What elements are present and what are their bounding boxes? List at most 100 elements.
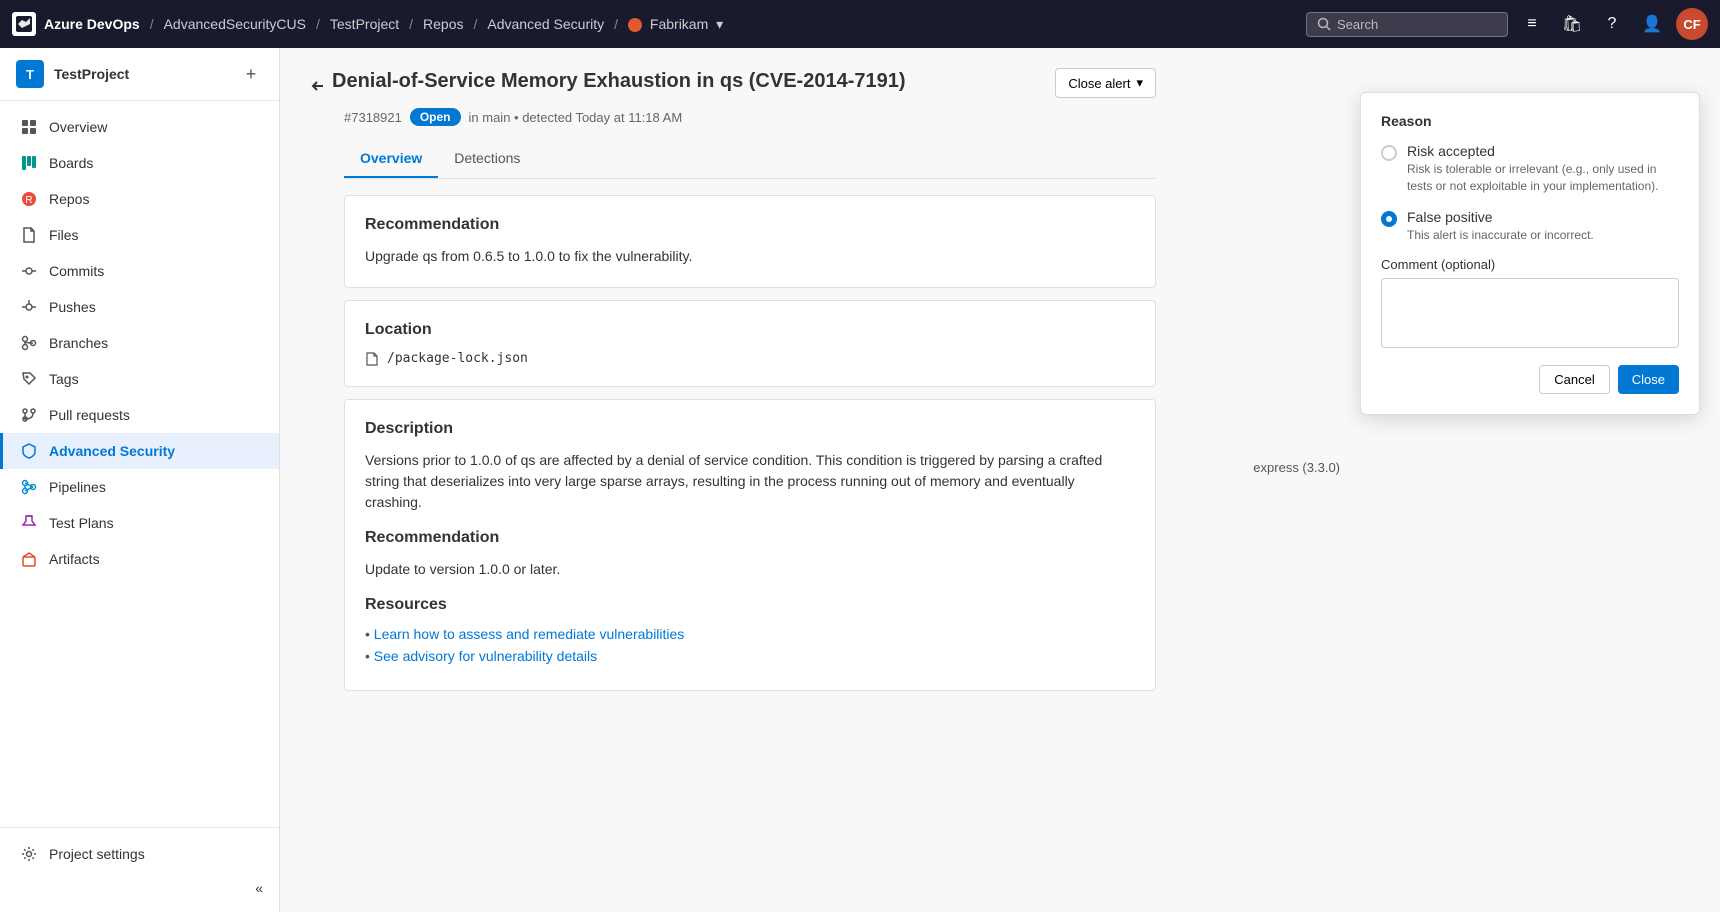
page-meta: #7318921 Open in main • detected Today a… [344, 108, 1156, 126]
tab-overview[interactable]: Overview [344, 142, 438, 178]
breadcrumb-project[interactable]: TestProject [330, 16, 399, 32]
sidebar-item-testplans[interactable]: Test Plans [0, 505, 279, 541]
back-button[interactable] [304, 72, 332, 100]
pullrequests-icon [19, 405, 39, 425]
breadcrumb-advanced-security[interactable]: Advanced Security [487, 16, 604, 32]
sidebar: T TestProject + Overview Boards [0, 48, 280, 912]
commits-icon [19, 261, 39, 281]
comment-textarea[interactable] [1381, 278, 1679, 348]
sidebar-item-tags[interactable]: Tags [0, 361, 279, 397]
close-alert-panel: Reason Risk accepted Risk is tolerable o… [1360, 92, 1700, 415]
sidebar-item-pipelines[interactable]: Pipelines [0, 469, 279, 505]
resources-list: Learn how to assess and remediate vulner… [365, 626, 1135, 664]
breadcrumb-repos[interactable]: Repos [423, 16, 463, 32]
add-project-button[interactable]: + [239, 62, 263, 86]
meta-text: in main • detected Today at 11:18 AM [469, 110, 683, 125]
sidebar-item-advanced-security-label: Advanced Security [49, 443, 175, 459]
fabrikam-icon [628, 18, 642, 32]
search-icon [1317, 17, 1331, 31]
sidebar-item-branches[interactable]: Branches [0, 325, 279, 361]
collapse-icon: « [255, 880, 263, 896]
cancel-button[interactable]: Cancel [1539, 365, 1609, 394]
settings-icon [19, 844, 39, 864]
sidebar-nav: Overview Boards R Repos Fil [0, 101, 279, 827]
sidebar-item-pullrequests-label: Pull requests [49, 407, 130, 423]
devops-logo[interactable] [12, 12, 36, 36]
sidebar-item-branches-label: Branches [49, 335, 108, 351]
nav-actions: ≡ 🛍 ? 👤 CF [1306, 8, 1708, 40]
radio-option-risk-accepted[interactable]: Risk accepted Risk is tolerable or irrel… [1381, 143, 1679, 195]
sidebar-item-pullrequests[interactable]: Pull requests [0, 397, 279, 433]
comment-label: Comment (optional) [1381, 257, 1679, 272]
breadcrumb-sep-4: / [614, 16, 618, 32]
project-header: T TestProject + [0, 48, 279, 101]
radio-option-false-positive[interactable]: False positive This alert is inaccurate … [1381, 209, 1679, 244]
sidebar-item-files[interactable]: Files [0, 217, 279, 253]
breadcrumb-sep-0: / [150, 16, 154, 32]
project-name: TestProject [54, 66, 229, 82]
content-area: Denial-of-Service Memory Exhaustion in q… [280, 48, 1180, 723]
project-icon: T [16, 60, 44, 88]
location-title: Location [365, 321, 1135, 339]
sidebar-item-files-label: Files [49, 227, 79, 243]
menu-icon[interactable]: ≡ [1516, 8, 1548, 40]
search-box[interactable] [1306, 12, 1508, 37]
file-icon [365, 352, 379, 366]
sidebar-item-boards-label: Boards [49, 155, 93, 171]
sidebar-footer: Project settings « [0, 827, 279, 912]
file-link[interactable]: /package-lock.json [365, 351, 1135, 366]
sidebar-item-overview[interactable]: Overview [0, 109, 279, 145]
close-alert-button[interactable]: Close alert ▾ [1055, 68, 1156, 98]
resource-link-2[interactable]: See advisory for vulnerability details [365, 648, 1135, 664]
breadcrumb-sep-1: / [316, 16, 320, 32]
shopping-bag-icon[interactable]: 🛍 [1556, 8, 1588, 40]
breadcrumb-fabrikam[interactable]: Fabrikam ▾ [628, 16, 723, 33]
file-path: /package-lock.json [387, 351, 528, 366]
help-icon[interactable]: ? [1596, 8, 1628, 40]
breadcrumb-sep-2: / [409, 16, 413, 32]
radio-false-positive[interactable] [1381, 211, 1397, 227]
radio-risk-content: Risk accepted Risk is tolerable or irrel… [1407, 143, 1679, 195]
sidebar-item-pushes[interactable]: Pushes [0, 289, 279, 325]
sidebar-item-commits-label: Commits [49, 263, 104, 279]
tab-detections[interactable]: Detections [438, 142, 536, 178]
sidebar-item-repos-label: Repos [49, 191, 89, 207]
resources-title: Resources [365, 596, 1135, 614]
radio-fp-label: False positive [1407, 209, 1594, 225]
sidebar-item-overview-label: Overview [49, 119, 107, 135]
desc-recommendation-text: Update to version 1.0.0 or later. [365, 559, 1135, 580]
status-badge: Open [410, 108, 461, 126]
sidebar-item-project-settings[interactable]: Project settings [0, 836, 279, 872]
sidebar-item-advanced-security[interactable]: Advanced Security [0, 433, 279, 469]
search-input[interactable] [1337, 17, 1497, 32]
recommendation-text: Upgrade qs from 0.6.5 to 1.0.0 to fix th… [365, 246, 1135, 267]
artifacts-icon [19, 549, 39, 569]
sidebar-item-artifacts-label: Artifacts [49, 551, 100, 567]
breadcrumb-org[interactable]: AdvancedSecurityCUS [164, 16, 306, 32]
brand-name[interactable]: Azure DevOps [44, 16, 140, 32]
sidebar-item-repos[interactable]: R Repos [0, 181, 279, 217]
project-settings-label: Project settings [49, 846, 145, 862]
sidebar-item-tags-label: Tags [49, 371, 79, 387]
boards-icon [19, 153, 39, 173]
chevron-down-icon: ▾ [1136, 75, 1143, 91]
sidebar-item-boards[interactable]: Boards [0, 145, 279, 181]
sidebar-item-commits[interactable]: Commits [0, 253, 279, 289]
resource-link-1[interactable]: Learn how to assess and remediate vulner… [365, 626, 1135, 642]
breadcrumb-sep-3: / [474, 16, 478, 32]
user-settings-icon[interactable]: 👤 [1636, 8, 1668, 40]
recommendation-card: Recommendation Upgrade qs from 0.6.5 to … [344, 195, 1156, 288]
avatar[interactable]: CF [1676, 8, 1708, 40]
branches-icon [19, 333, 39, 353]
files-icon [19, 225, 39, 245]
sidebar-collapse-button[interactable]: « [0, 872, 279, 904]
description-text: Versions prior to 1.0.0 of qs are affect… [365, 450, 1135, 513]
top-navigation: Azure DevOps / AdvancedSecurityCUS / Tes… [0, 0, 1720, 48]
sidebar-item-artifacts[interactable]: Artifacts [0, 541, 279, 577]
description-title: Description [365, 420, 1135, 438]
close-button[interactable]: Close [1618, 365, 1679, 394]
sidebar-item-pipelines-label: Pipelines [49, 479, 106, 495]
svg-text:R: R [25, 195, 32, 206]
radio-risk-accepted[interactable] [1381, 145, 1397, 161]
chevron-down-icon: ▾ [716, 16, 723, 32]
